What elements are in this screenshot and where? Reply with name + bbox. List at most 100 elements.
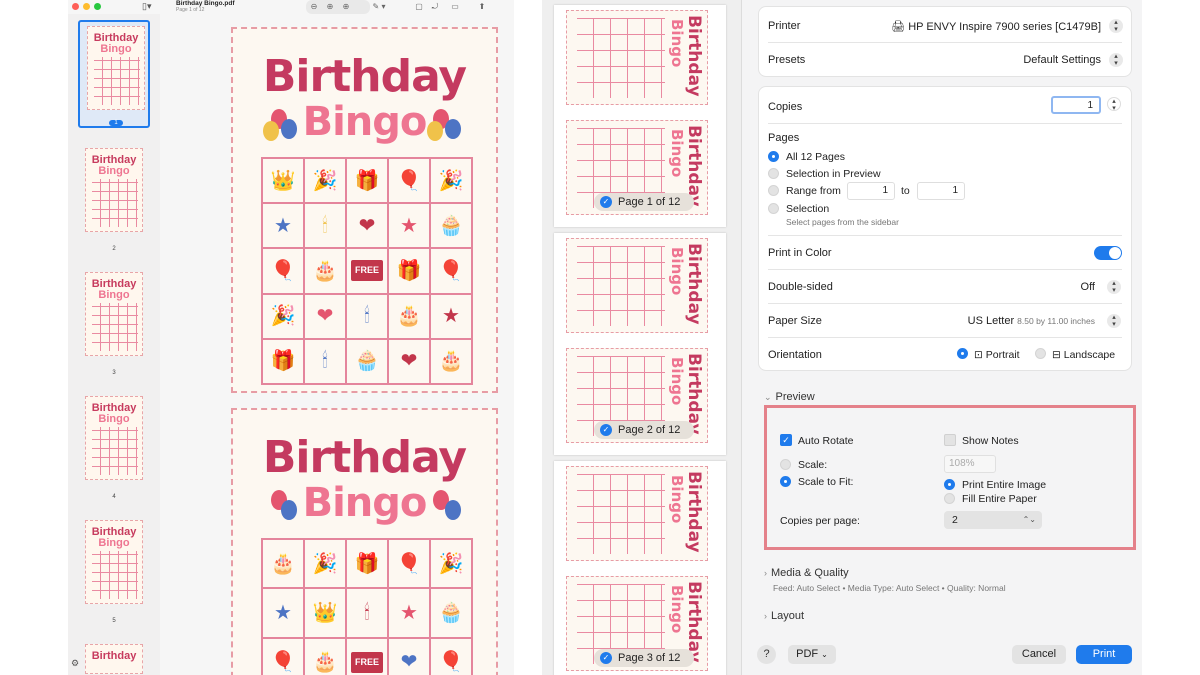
- all-pages-label: All 12 Pages: [786, 151, 845, 163]
- fill-entire-paper-radio[interactable]: [944, 493, 955, 504]
- thumbnail-title: Birthday: [91, 526, 137, 538]
- bingo-cell: 🕯: [346, 588, 388, 638]
- stepper-icon[interactable]: ▴ ▾: [1109, 19, 1123, 33]
- copies-per-page-select[interactable]: 2 ⌃⌄: [944, 511, 1042, 529]
- selection-note: Select pages from the sidebar: [786, 217, 899, 227]
- preview-options-box: ✓ Auto Rotate Show Notes Scale: 108% Sca…: [764, 405, 1136, 550]
- preview-sheet-1: Birthday Bingo Birthday Bingo ✓ Page 1 o…: [554, 5, 726, 227]
- preview-sheet-3: Birthday Bingo Birthday Bingo ✓ Page 3 o…: [554, 461, 726, 675]
- preview-mini-subtitle: Bingo: [668, 19, 686, 68]
- scale-to-fit-radio[interactable]: [780, 476, 791, 487]
- help-button[interactable]: ?: [757, 645, 776, 664]
- thumbnail-image: Birthday Bingo: [85, 272, 143, 356]
- double-sided-select[interactable]: Off: [1081, 281, 1095, 293]
- selection-radio[interactable]: [768, 203, 779, 214]
- scale-radio[interactable]: [780, 459, 791, 470]
- media-quality-toggle[interactable]: › Media & Quality: [764, 567, 849, 579]
- presets-select[interactable]: Default Settings: [1023, 54, 1101, 66]
- thumbnail-subtitle: Bingo: [98, 537, 130, 549]
- zoom-fit-icon[interactable]: ⊕: [340, 1, 352, 13]
- bingo-cell: ❤: [304, 293, 346, 339]
- bingo-cell: ★: [388, 203, 430, 249]
- bingo-cell: 🎂: [304, 248, 346, 294]
- zoom-button[interactable]: [94, 3, 101, 10]
- copies-field[interactable]: 1: [1051, 96, 1101, 114]
- share-icon[interactable]: ⬆: [476, 1, 488, 13]
- preview-mini-title: Birthday: [684, 471, 704, 553]
- thumbnail-page-1[interactable]: Birthday Bingo 1: [78, 20, 150, 128]
- free-tile: FREE: [350, 651, 383, 673]
- thumbnail-page-4[interactable]: Birthday Bingo 4: [78, 392, 150, 500]
- copies-per-page-label: Copies per page:: [780, 515, 860, 527]
- selection-preview-radio[interactable]: [768, 168, 779, 179]
- cancel-button[interactable]: Cancel: [1012, 645, 1066, 664]
- zoom-out-icon[interactable]: ⊖: [308, 1, 320, 13]
- show-notes-checkbox[interactable]: [944, 434, 956, 446]
- thumbnail-page-6[interactable]: Birthday: [78, 640, 150, 675]
- stepper-icon[interactable]: ▴ ▾: [1107, 280, 1121, 294]
- thumbnail-page-5[interactable]: Birthday Bingo 5: [78, 516, 150, 624]
- thumbnail-subtitle: Bingo: [100, 43, 132, 55]
- screen: ▯▾ Birthday Bingo.pdf Page 1 of 12 ⊖ ⊕ ⊕…: [0, 0, 1200, 675]
- thumbnail-number: 5: [112, 618, 116, 624]
- markup-icon[interactable]: ✎ ▾: [368, 1, 390, 13]
- fill-entire-paper-label: Fill Entire Paper: [962, 493, 1037, 505]
- auto-rotate-checkbox[interactable]: ✓: [780, 434, 792, 446]
- chevron-icon: ⌄: [764, 392, 772, 402]
- bingo-cell: 🎁: [262, 338, 304, 384]
- thumbnail-page-2[interactable]: Birthday Bingo 2: [78, 144, 150, 252]
- portrait-icon: ⊡: [974, 349, 983, 361]
- print-color-toggle[interactable]: [1094, 246, 1122, 260]
- range-to-field[interactable]: 1: [917, 182, 965, 200]
- layout-toggle[interactable]: › Layout: [764, 610, 804, 622]
- all-pages-radio[interactable]: [768, 151, 779, 162]
- paper-size-select[interactable]: US Letter 8.50 by 11.00 inches: [968, 315, 1095, 327]
- stepper-icon[interactable]: ▴ ▾: [1107, 314, 1121, 328]
- copies-stepper[interactable]: ▴ ▾: [1107, 97, 1121, 112]
- bingo-cell: FREE: [346, 637, 388, 675]
- bingo-cell: FREE: [346, 248, 388, 294]
- portrait-radio[interactable]: [957, 348, 968, 359]
- thumbnail-page-3[interactable]: Birthday Bingo 3: [78, 268, 150, 376]
- resize-icon[interactable]: ▢: [413, 1, 425, 13]
- minimize-button[interactable]: [83, 3, 90, 10]
- sign-icon[interactable]: ▭: [448, 1, 462, 13]
- scale-label: Scale:: [798, 459, 828, 471]
- balloon-icon: [281, 500, 297, 520]
- document-view[interactable]: Birthday Bingo 👑 🎉 🎁 🎈 🎉 ★ 🕯 ❤ ★ 🧁 🎈 🎂 FREE 🎁 🎈 🎉 ❤ 🕯 🎂 ★ 🎁 🕯…: [160, 14, 514, 675]
- print-button[interactable]: Print: [1076, 645, 1132, 664]
- settings-icon[interactable]: ⚙: [71, 658, 79, 669]
- range-from-field[interactable]: 1: [847, 182, 895, 200]
- scale-field[interactable]: 108%: [944, 455, 996, 473]
- stepper-icon[interactable]: ▴ ▾: [1109, 53, 1123, 67]
- copies-per-page-value: 2: [952, 514, 958, 526]
- rotate-icon[interactable]: ⤾: [429, 1, 441, 13]
- bingo-cell: 🎉: [430, 539, 472, 589]
- bingo-cell: 🎈: [388, 539, 430, 589]
- printer-select[interactable]: 🖨 HP ENVY Inspire 7900 series [C1479B]: [891, 20, 1101, 33]
- thumbnail-title: Birthday: [91, 278, 137, 290]
- print-preview-column[interactable]: Birthday Bingo Birthday Bingo ✓ Page 1 o…: [542, 0, 742, 675]
- print-entire-image-radio[interactable]: [944, 479, 955, 490]
- bingo-cell: 🎉: [262, 293, 304, 339]
- preview-mini-subtitle: Bingo: [668, 585, 686, 634]
- page-title: Birthday: [262, 51, 467, 102]
- preview-section-toggle[interactable]: ⌄ Preview: [764, 391, 815, 403]
- scale-to-fit-label: Scale to Fit:: [798, 476, 854, 488]
- landscape-radio[interactable]: [1035, 348, 1046, 359]
- bingo-cell: 🎈: [430, 637, 472, 675]
- page-badge: ✓ Page 1 of 12: [594, 193, 694, 211]
- sidebar-icon[interactable]: ▯▾: [142, 1, 151, 12]
- thumbnail-sidebar: Birthday Bingo 1 Birthday Bingo 2 Birthd…: [68, 14, 160, 675]
- pdf-menu-button[interactable]: PDF ⌄: [788, 645, 836, 664]
- thumbnail-image: Birthday Bingo: [85, 148, 143, 232]
- zoom-in-icon[interactable]: ⊕: [324, 1, 336, 13]
- range-to-label: to: [901, 185, 910, 197]
- range-radio[interactable]: [768, 185, 779, 196]
- close-button[interactable]: [72, 3, 79, 10]
- preview-mini-subtitle: Bingo: [668, 247, 686, 296]
- thumbnail-number: 1: [109, 120, 123, 126]
- print-dialog: Birthday Bingo Birthday Bingo ✓ Page 1 o…: [542, 0, 1142, 675]
- preview-window: ▯▾ Birthday Bingo.pdf Page 1 of 12 ⊖ ⊕ ⊕…: [68, 0, 514, 675]
- bingo-cell: ❤: [346, 203, 388, 249]
